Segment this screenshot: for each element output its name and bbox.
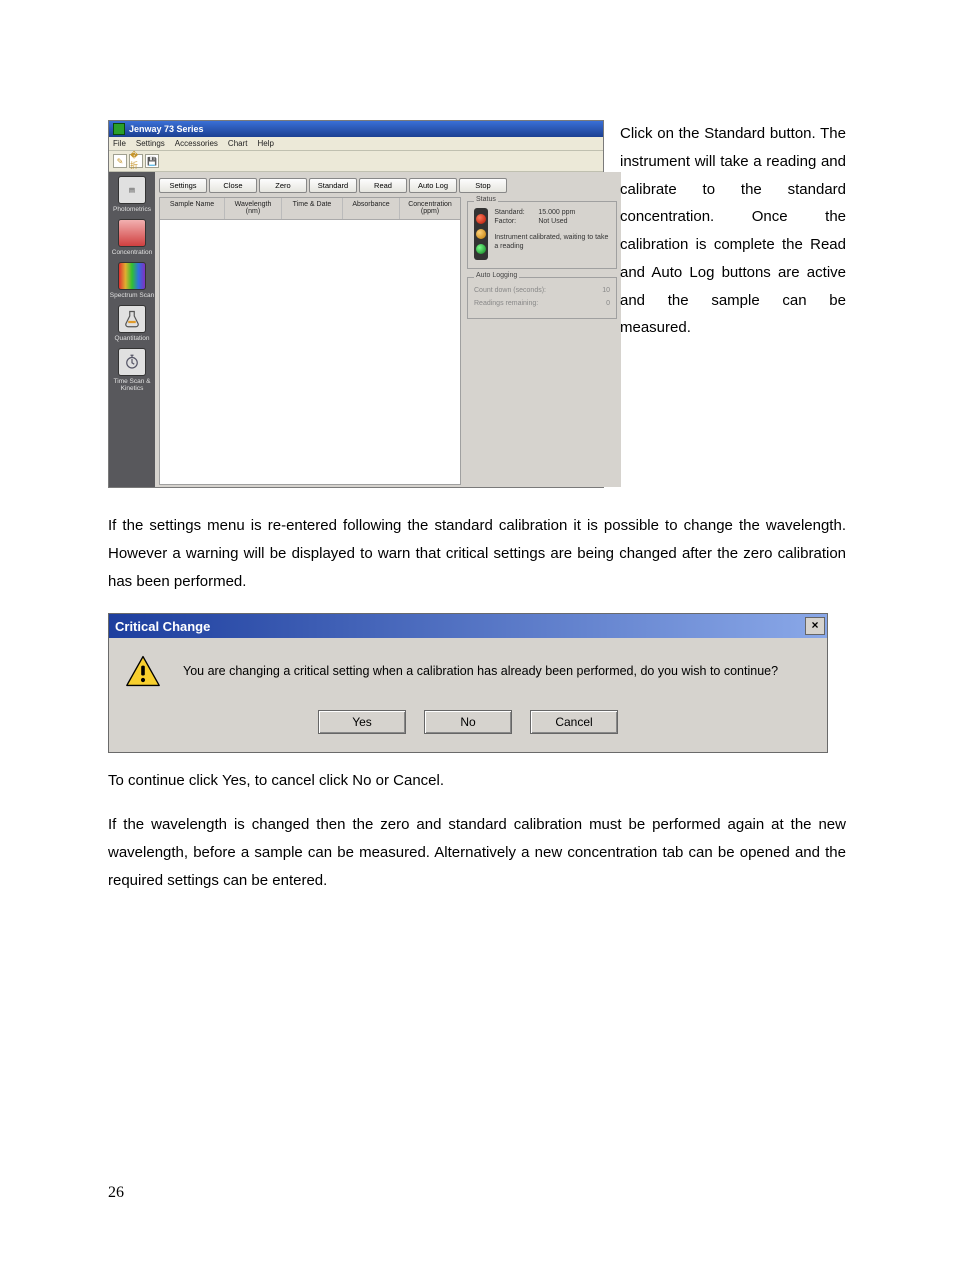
countdown-label: Count down (seconds): — [474, 287, 546, 294]
status-standard-value: 15.000 ppm — [538, 208, 575, 217]
sidebar-item-label: Time Scan & Kinetics — [109, 378, 155, 392]
module-sidebar: ▤ Photometrics Concentration Spectrum Sc… — [109, 172, 155, 487]
app-logo-icon — [113, 123, 125, 135]
stop-button[interactable]: Stop — [459, 178, 507, 193]
results-table: Sample Name Wavelength (nm) Time & Date … — [159, 197, 461, 485]
close-icon[interactable]: × — [805, 617, 825, 635]
concentration-icon — [118, 219, 146, 247]
col-absorbance: Absorbance — [343, 198, 400, 219]
status-standard-label: Standard: — [494, 208, 534, 217]
warning-icon — [125, 654, 161, 688]
photometrics-icon: ▤ — [118, 176, 146, 204]
new-icon[interactable]: ✎ — [113, 154, 127, 168]
status-group-title: Status — [474, 196, 498, 203]
status-message: Instrument calibrated, waiting to take a… — [494, 233, 610, 252]
status-group: Status Standard: — [467, 201, 617, 269]
menu-accessories[interactable]: Accessories — [175, 139, 218, 148]
auto-log-button[interactable]: Auto Log — [409, 178, 457, 193]
yes-button[interactable]: Yes — [318, 710, 406, 734]
paragraph-1: If the settings menu is re-entered follo… — [108, 512, 846, 595]
right-panel: Status Standard: — [463, 197, 621, 487]
readings-remaining-label: Readings remaining: — [474, 300, 538, 307]
dialog-message: You are changing a critical setting when… — [183, 664, 778, 678]
paragraph-after-dialog-2: If the wavelength is changed then the ze… — [108, 811, 846, 894]
app-window: Jenway 73 Series File Settings Accessori… — [108, 120, 604, 488]
status-factor-value: Not Used — [538, 217, 567, 226]
menubar: File Settings Accessories Chart Help — [109, 137, 603, 151]
sidebar-item-label: Concentration — [109, 249, 155, 256]
sidebar-item-label: Spectrum Scan — [109, 292, 155, 299]
auto-logging-group: Auto Logging Count down (seconds): 10 Re… — [467, 277, 617, 319]
open-icon[interactable]: �折 — [129, 154, 143, 168]
quick-toolbar: ✎ �折 💾 — [109, 151, 603, 172]
status-factor-label: Factor: — [494, 217, 534, 226]
dialog-titlebar: Critical Change × — [109, 614, 827, 638]
main-panel: Settings Close Zero Standard Read Auto L… — [155, 172, 621, 487]
col-wavelength: Wavelength (nm) — [225, 198, 282, 219]
table-header: Sample Name Wavelength (nm) Time & Date … — [160, 198, 460, 220]
sidebar-item-spectrum-scan[interactable]: Spectrum Scan — [109, 262, 155, 299]
paragraph-after-dialog-1: To continue click Yes, to cancel click N… — [108, 767, 846, 795]
auto-logging-title: Auto Logging — [474, 272, 519, 279]
sidebar-item-time-scan-kinetics[interactable]: Time Scan & Kinetics — [109, 348, 155, 392]
no-button[interactable]: No — [424, 710, 512, 734]
time-scan-kinetics-icon — [118, 348, 146, 376]
quantitation-icon — [118, 305, 146, 333]
sidebar-item-photometrics[interactable]: ▤ Photometrics — [109, 176, 155, 213]
settings-button[interactable]: Settings — [159, 178, 207, 193]
traffic-light-icon — [474, 208, 488, 260]
col-concentration: Concentration (ppm) — [400, 198, 460, 219]
dialog-title-text: Critical Change — [115, 619, 210, 634]
readings-remaining-value: 0 — [606, 300, 610, 307]
menu-help[interactable]: Help — [257, 139, 273, 148]
close-button[interactable]: Close — [209, 178, 257, 193]
menu-chart[interactable]: Chart — [228, 139, 248, 148]
sidebar-item-label: Quantitation — [109, 335, 155, 342]
zero-button[interactable]: Zero — [259, 178, 307, 193]
cancel-button[interactable]: Cancel — [530, 710, 618, 734]
menu-file[interactable]: File — [113, 139, 126, 148]
page-number: 26 — [108, 1184, 846, 1202]
light-green-icon — [476, 244, 486, 254]
col-time-date: Time & Date — [282, 198, 343, 219]
light-red-icon — [476, 214, 486, 224]
read-button[interactable]: Read — [359, 178, 407, 193]
sidebar-item-quantitation[interactable]: Quantitation — [109, 305, 155, 342]
standard-button[interactable]: Standard — [309, 178, 357, 193]
app-title: Jenway 73 Series — [129, 124, 204, 134]
sidebar-item-label: Photometrics — [109, 206, 155, 213]
side-paragraph: Click on the Standard button. The instru… — [620, 120, 846, 342]
critical-change-dialog: Critical Change × You are changing a cri… — [108, 613, 828, 753]
light-amber-icon — [476, 229, 486, 239]
col-sample-name: Sample Name — [160, 198, 225, 219]
menu-settings[interactable]: Settings — [136, 139, 165, 148]
action-toolbar: Settings Close Zero Standard Read Auto L… — [155, 172, 621, 197]
sidebar-item-concentration[interactable]: Concentration — [109, 219, 155, 256]
spectrum-scan-icon — [118, 262, 146, 290]
countdown-value: 10 — [602, 287, 610, 294]
save-icon[interactable]: 💾 — [145, 154, 159, 168]
titlebar: Jenway 73 Series — [109, 121, 603, 137]
